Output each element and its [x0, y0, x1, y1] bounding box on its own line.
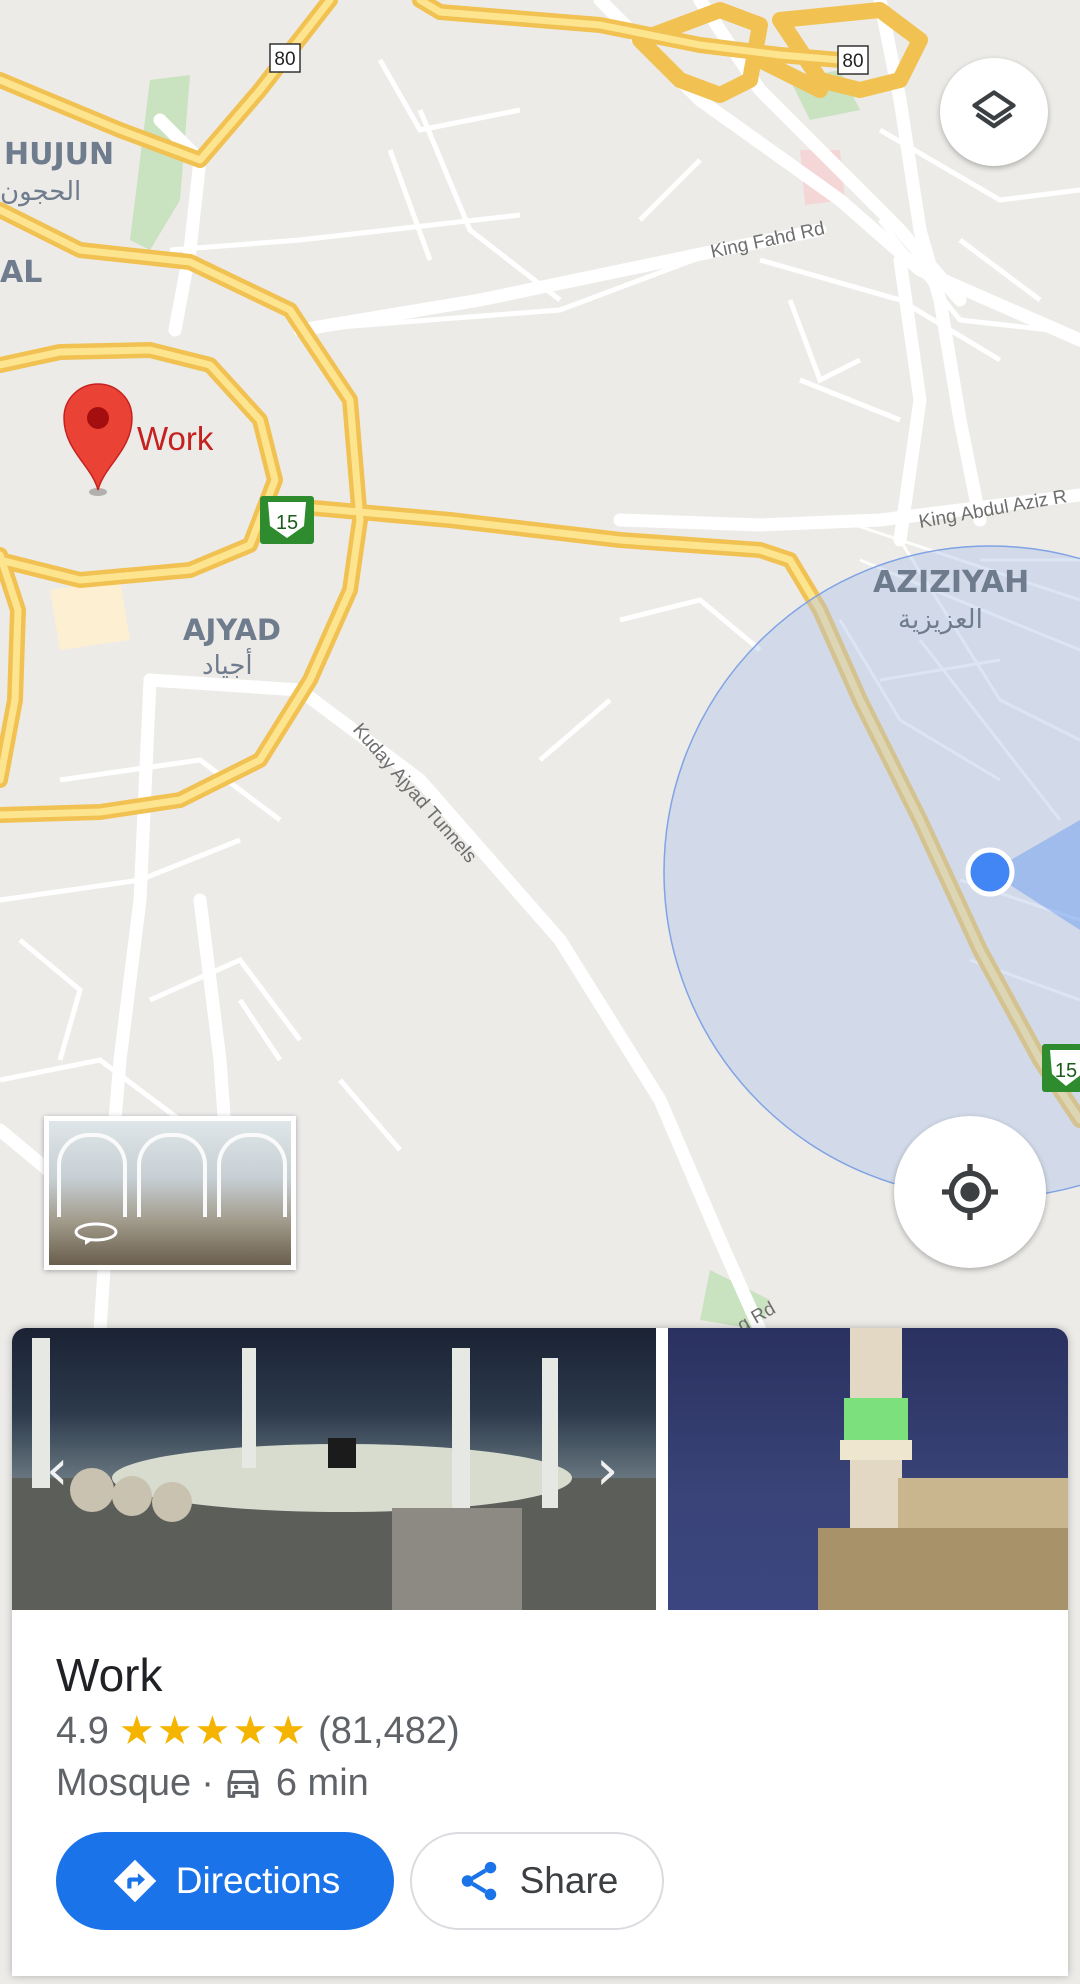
my-location-dot — [965, 847, 1015, 897]
route-shield-80-right: 80 — [837, 45, 869, 75]
place-photo-main[interactable]: ‹ › — [12, 1328, 656, 1610]
svg-text:15: 15 — [1055, 1060, 1077, 1082]
layers-icon — [972, 90, 1016, 129]
place-category: Mosque — [56, 1762, 192, 1804]
directions-icon — [113, 1859, 156, 1903]
svg-text:15: 15 — [276, 512, 298, 534]
my-location-icon — [942, 1164, 998, 1220]
place-title: Work — [56, 1649, 163, 1701]
meta-row: Mosque · 6 min — [56, 1762, 369, 1805]
district-label-ajyad: AJYAD — [183, 613, 281, 647]
my-location-button[interactable] — [894, 1116, 1046, 1268]
street-view-thumbnail[interactable] — [44, 1116, 296, 1270]
directions-label: Directions — [175, 1860, 341, 1901]
place-card[interactable]: ‹ › Work 4.9 ★★★★★ (81,482) Mosque · 6 m… — [12, 1328, 1068, 1976]
rating-value: 4.9 — [56, 1709, 109, 1752]
svg-text:80: 80 — [274, 49, 295, 70]
drive-time: 6 min — [275, 1762, 369, 1804]
pin-label-work[interactable]: Work — [137, 420, 214, 457]
rating-row[interactable]: 4.9 ★★★★★ (81,482) — [56, 1708, 460, 1754]
meta-separator: · — [201, 1762, 214, 1804]
directions-button[interactable]: Directions — [56, 1832, 394, 1930]
district-label-aziziyah-arabic: العزيزية — [898, 605, 983, 635]
district-label-al: AL — [0, 255, 42, 290]
photo-prev-arrow[interactable]: ‹ — [46, 1438, 68, 1503]
review-count[interactable]: (81,482) — [318, 1710, 460, 1753]
svg-text:80: 80 — [842, 51, 863, 72]
share-button[interactable]: Share — [410, 1832, 664, 1930]
layers-button[interactable] — [940, 58, 1048, 166]
photo-next-arrow[interactable]: › — [596, 1438, 618, 1503]
district-label-hujun: HUJUN — [4, 137, 114, 172]
place-photo-secondary[interactable] — [668, 1328, 1068, 1610]
route-shield-80-left: 80 — [269, 43, 301, 73]
360-rotate-icon — [74, 1222, 118, 1245]
district-label-aziziyah: AZIZIYAH — [873, 565, 1029, 600]
car-icon — [227, 1769, 259, 1798]
district-label-hujun-arabic: الحجون — [0, 177, 81, 207]
rating-stars: ★★★★★ — [118, 1709, 309, 1753]
share-label: Share — [519, 1860, 619, 1901]
route-shield-15-center: 15 — [260, 496, 314, 544]
district-label-ajyad-arabic: أجياد — [202, 647, 253, 681]
route-shield-15-right: 15 — [1042, 1044, 1080, 1092]
share-icon — [461, 1861, 496, 1901]
